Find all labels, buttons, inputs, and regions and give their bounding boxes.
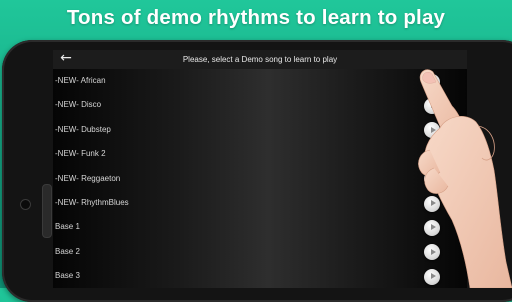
play-icon[interactable] [424,219,440,236]
play-icon[interactable] [424,195,440,212]
song-row-disco[interactable]: -NEW- Disco [53,93,467,117]
song-label: -NEW- Dubstep [55,124,111,134]
song-label: Base 2 [55,246,80,256]
app-bar-title: Please, select a Demo song to learn to p… [182,55,338,64]
play-icon[interactable] [424,268,440,285]
play-icon[interactable] [424,244,440,261]
play-icon[interactable] [424,146,440,163]
song-row-dubstep[interactable]: -NEW- Dubstep [53,118,467,142]
song-label: Base 1 [55,222,80,232]
app-bar: ← Please, select a Demo song to learn to… [53,50,467,70]
song-row-reggaeton[interactable]: -NEW- Reggaeton [53,167,467,191]
play-icon[interactable] [424,73,440,90]
song-row-funk-2[interactable]: -NEW- Funk 2 [53,142,467,166]
song-row-base-1[interactable]: Base 1 [53,215,467,239]
song-row-rhythmblues[interactable]: -NEW- RhythmBlues [53,191,467,215]
app-screen: ← Please, select a Demo song to learn to… [53,50,467,288]
song-label: -NEW- RhythmBlues [55,198,129,207]
song-row-base-3[interactable]: Base 3 [53,264,467,288]
play-icon[interactable] [424,171,440,188]
song-row-base-2[interactable]: Base 2 [53,240,467,264]
play-icon[interactable] [424,97,440,114]
song-label: -NEW- Disco [55,100,102,110]
demo-song-list[interactable]: -NEW- African -NEW- Disco -NEW- Dubstep … [53,69,467,288]
song-row-african[interactable]: -NEW- African [53,69,467,93]
play-icon[interactable] [424,122,440,139]
front-camera [20,199,31,210]
phone-speaker-grille [42,184,52,238]
song-label: -NEW- Reggaeton [55,173,121,183]
song-label: Base 3 [55,271,80,281]
song-label: -NEW- African [55,76,106,85]
promo-headline: Tons of demo rhythms to learn to play [66,6,446,29]
song-label: -NEW- Funk 2 [55,149,106,159]
